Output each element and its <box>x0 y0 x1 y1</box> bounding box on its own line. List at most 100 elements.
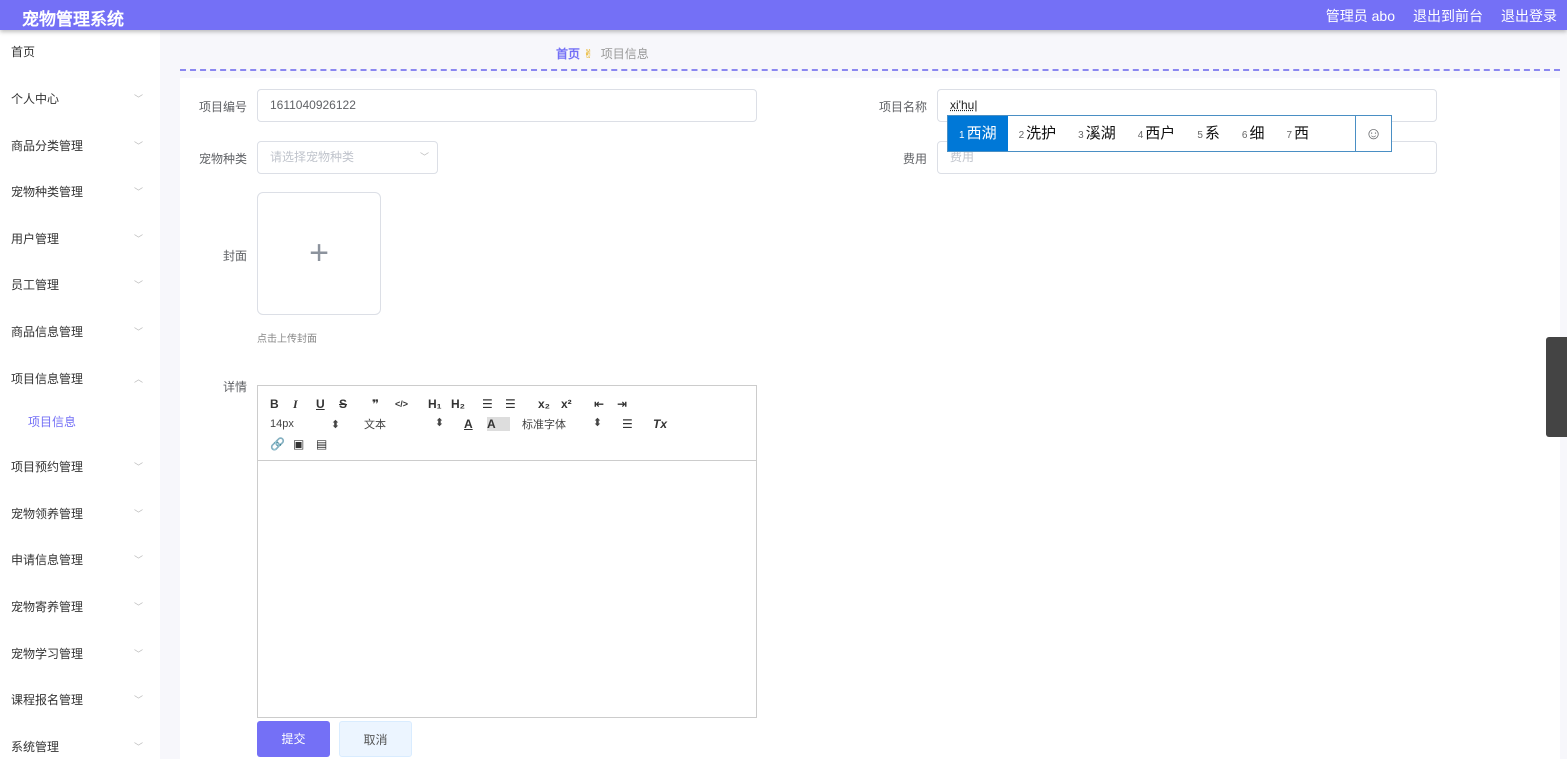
sidebar-item[interactable]: 宠物领养管理 ﹀ <box>11 504 151 524</box>
editor-content[interactable] <box>258 461 756 717</box>
outdent-icon[interactable]: ⇤ <box>594 397 617 411</box>
name-input-value: xi'hu <box>950 98 975 112</box>
breadcrumb-home[interactable]: 首页 <box>556 47 580 61</box>
sidebar-item[interactable]: 员工管理 ﹀ <box>11 275 151 295</box>
chevron-icon: ﹀ <box>133 649 143 659</box>
clear-format-icon[interactable]: Tx <box>653 417 676 431</box>
video-icon[interactable]: ▤ <box>316 437 339 451</box>
sidebar-item-label: 项目预约管理 <box>11 460 84 474</box>
sidebar-item-label: 项目信息 <box>28 415 77 429</box>
italic-icon[interactable]: I <box>293 397 316 412</box>
background-color-icon[interactable]: A <box>487 417 510 431</box>
species-label: 宠物种类 <box>198 152 247 166</box>
sidebar-item-label: 课程报名管理 <box>11 693 84 707</box>
ime-candidate[interactable]: 3 溪湖 <box>1067 116 1127 151</box>
sidebar-item-label: 宠物领养管理 <box>11 507 84 521</box>
sidebar-item[interactable]: 系统管理 ﹀ <box>11 737 151 757</box>
underline-icon[interactable]: U <box>316 397 339 411</box>
header-select[interactable]: 文本 ⬍ <box>364 416 444 432</box>
sidebar-item-label: 系统管理 <box>11 740 60 754</box>
candidate-number: 6 <box>1241 130 1248 141</box>
chevron-icon: ﹀ <box>133 509 143 519</box>
detail-label: 详情 <box>222 380 247 394</box>
ime-candidate[interactable]: 1 西湖 <box>948 116 1008 151</box>
superscript-icon[interactable]: x² <box>561 397 584 411</box>
side-drawer-handle[interactable] <box>1546 337 1567 437</box>
sidebar-item[interactable]: 宠物寄养管理 ﹀ <box>11 597 151 617</box>
sidebar-item-label: 商品信息管理 <box>11 325 84 339</box>
sidebar-item[interactable]: 商品信息管理 ﹀ <box>11 322 151 342</box>
image-icon[interactable]: ▣ <box>293 437 316 451</box>
cover-upload[interactable]: + <box>257 192 381 315</box>
sidebar-item[interactable]: 商品分类管理 ﹀ <box>11 136 151 156</box>
code-input[interactable]: 1611040926122 <box>257 89 757 122</box>
sidebar: 首页 个人中心 ﹀ 商品分类管理 ﹀ 宠物种类管理 ﹀ 用户管理 ﹀ 员工管理 ﹀ 商品信息管理 ﹀ 项目… <box>0 30 160 759</box>
candidate-text: 西湖 <box>966 125 997 142</box>
ime-candidate[interactable]: 5系 <box>1186 116 1231 151</box>
name-label: 项目名称 <box>878 100 927 114</box>
sidebar-item[interactable]: 申请信息管理 ﹀ <box>11 550 151 570</box>
logout-link[interactable]: 退出登录 <box>1501 6 1557 26</box>
sidebar-item[interactable]: 个人中心 ﹀ <box>11 89 151 109</box>
submit-button[interactable]: 提交 <box>257 721 330 757</box>
sidebar-item-label: 首页 <box>11 45 36 59</box>
sidebar-item[interactable]: 项目信息 <box>28 412 168 432</box>
back-to-front-link[interactable]: 退出到前台 <box>1413 6 1483 26</box>
ime-candidate[interactable]: 2 洗护 <box>1008 116 1068 151</box>
align-icon[interactable]: ☰ <box>622 417 645 431</box>
strike-icon[interactable]: S <box>339 397 362 411</box>
indent-icon[interactable]: ⇥ <box>617 397 640 411</box>
sidebar-item[interactable]: 宠物学习管理 ﹀ <box>11 644 151 664</box>
code-icon[interactable]: </> <box>395 399 418 409</box>
cancel-button[interactable]: 取消 <box>339 721 412 757</box>
plus-icon: + <box>309 234 329 272</box>
sidebar-item-label: 项目信息管理 <box>11 372 84 386</box>
emoji-icon[interactable]: ☺ <box>1355 116 1391 151</box>
font-size-select[interactable]: 14px ⬍ <box>270 418 340 431</box>
ime-candidate-popup: 1 西湖 2 洗护 3 溪湖 4 西户 5 系 6 细 7 西 ☺ <box>947 115 1392 152</box>
rich-text-editor: B I U S ❞ </> H₁ H₂ ☰ ☰ x₂ x² ⇤ ⇥ 14px ⬍ … <box>257 385 757 718</box>
ime-candidate[interactable]: 4 西户 <box>1127 116 1187 151</box>
species-placeholder: 请选择宠物种类 <box>270 150 355 164</box>
bold-icon[interactable]: B <box>270 397 293 411</box>
candidate-number: 4 <box>1137 130 1144 141</box>
sidebar-item[interactable]: 宠物种类管理 ﹀ <box>11 182 151 202</box>
candidate-text: 细 <box>1249 125 1265 142</box>
h1-icon[interactable]: H₁ <box>428 397 451 411</box>
sidebar-item-label: 宠物种类管理 <box>11 185 84 199</box>
h2-icon[interactable]: H₂ <box>451 397 474 411</box>
chevron-icon: ︿ <box>133 374 143 384</box>
chevron-icon: ﹀ <box>133 234 143 244</box>
sidebar-item[interactable]: 项目预约管理 ﹀ <box>11 457 151 477</box>
chevron-icon: ﹀ <box>133 742 143 752</box>
divider <box>180 69 1560 71</box>
ime-candidate[interactable]: 7西 <box>1275 116 1320 151</box>
header-value: 文本 <box>364 419 386 431</box>
subscript-icon[interactable]: x₂ <box>538 397 561 411</box>
sidebar-item[interactable]: 项目信息管理 ︿ <box>11 369 151 389</box>
bullet-list-icon[interactable]: ☰ <box>505 397 528 411</box>
sidebar-item-label: 用户管理 <box>11 232 60 246</box>
font-size-value: 14px <box>270 417 294 430</box>
candidate-number: 3 <box>1078 130 1084 141</box>
ime-candidate[interactable]: 6细 <box>1231 116 1276 151</box>
font-family-select[interactable]: 标准字体 ⬍ <box>522 416 602 432</box>
font-color-icon[interactable]: A <box>464 417 487 431</box>
sidebar-item-label: 个人中心 <box>11 92 60 106</box>
candidate-number: 7 <box>1286 130 1293 141</box>
chevron-icon: ﹀ <box>133 94 143 104</box>
ordered-list-icon[interactable]: ☰ <box>482 397 505 411</box>
quote-icon[interactable]: ❞ <box>372 397 395 411</box>
sidebar-item-label: 员工管理 <box>11 278 60 292</box>
link-icon[interactable]: 🔗 <box>270 437 293 451</box>
sidebar-item-label: 申请信息管理 <box>11 553 84 567</box>
chevron-down-icon: ﹀ <box>419 152 429 162</box>
chevron-icon: ﹀ <box>133 187 143 197</box>
sidebar-item[interactable]: 用户管理 ﹀ <box>11 229 151 249</box>
sidebar-item[interactable]: 首页 <box>11 42 151 62</box>
user-label: 管理员 abo <box>1325 8 1395 24</box>
editor-toolbar: B I U S ❞ </> H₁ H₂ ☰ ☰ x₂ x² ⇤ ⇥ 14px ⬍ … <box>258 386 756 461</box>
species-select[interactable]: 请选择宠物种类 ﹀ <box>257 141 438 174</box>
sidebar-item[interactable]: 课程报名管理 ﹀ <box>11 690 151 710</box>
app-title: 宠物管理系统 <box>22 10 124 29</box>
